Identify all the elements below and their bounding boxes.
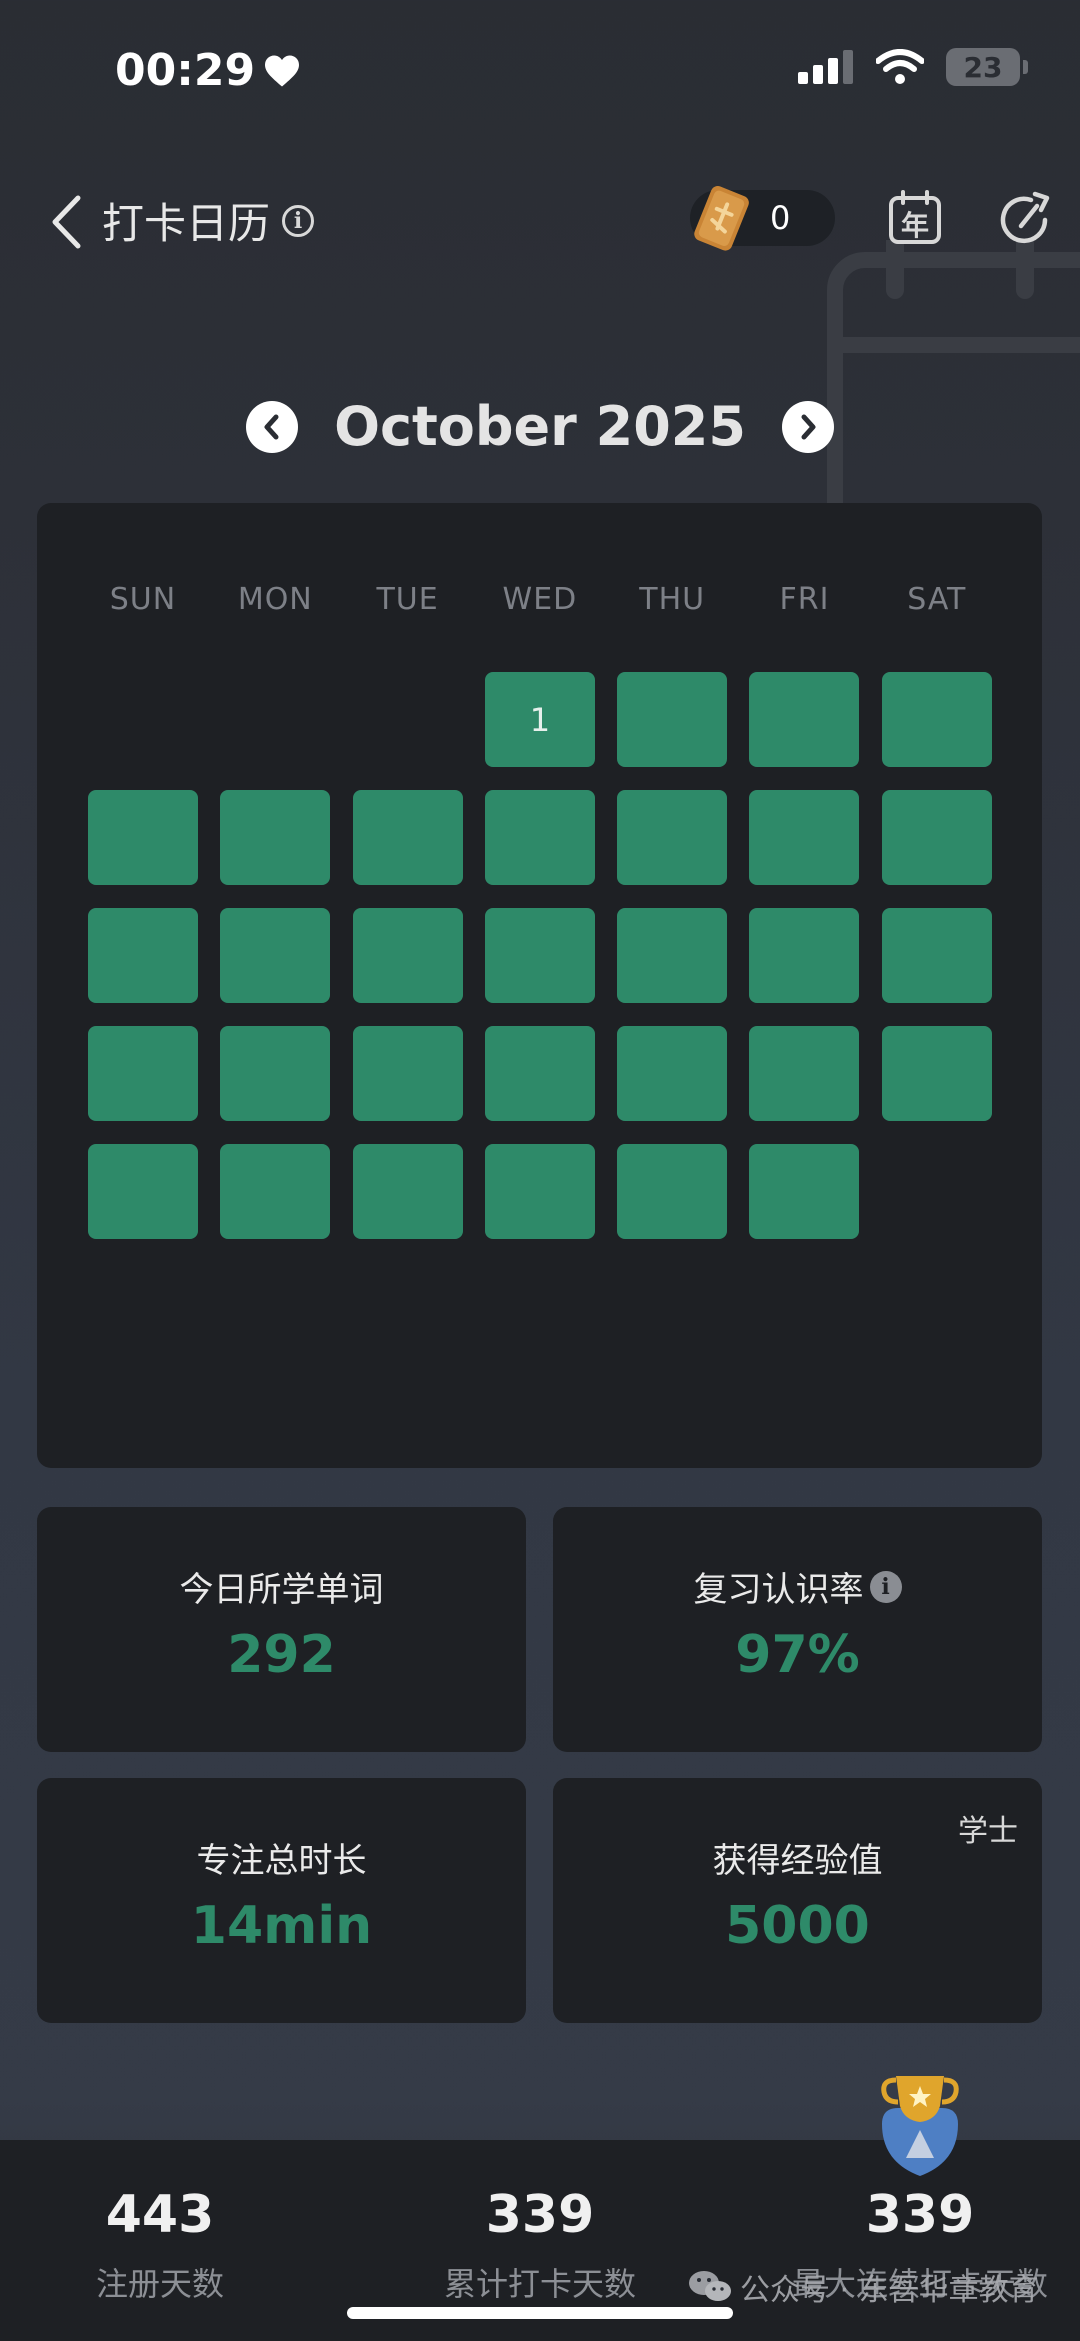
calendar-day-checked[interactable]: [220, 790, 331, 885]
calendar-day-checked[interactable]: [352, 908, 463, 1003]
calendar-day-checked[interactable]: [881, 1026, 992, 1121]
stat-card-experience: 学士 获得经验值 5000: [553, 1778, 1042, 2023]
weekday-tue: TUE: [376, 582, 439, 617]
calendar-grid: 1: [88, 672, 992, 1239]
calendar-day-checked[interactable]: [881, 790, 992, 885]
summary-label: 累计打卡天数: [443, 2265, 636, 2303]
status-icons: 23: [798, 48, 1028, 86]
signal-icon: [798, 50, 853, 84]
stat-value: 14min: [190, 1896, 373, 1956]
page-title-text: 打卡日历: [102, 199, 271, 248]
battery-level: 23: [963, 50, 1003, 84]
summary-value: 339: [865, 2185, 975, 2245]
summary-total-checkin-days: 339 累计打卡天数: [360, 2185, 720, 2305]
status-time: 00:29: [115, 45, 301, 96]
calendar-day-checked[interactable]: [352, 1144, 463, 1239]
calendar-blank: [88, 672, 198, 767]
calendar-day-checked[interactable]: [220, 1026, 331, 1121]
calendar-day-checked[interactable]: [484, 1026, 595, 1121]
calendar-day-checked[interactable]: [484, 1144, 595, 1239]
home-indicator[interactable]: [347, 2307, 733, 2319]
stat-label: 获得经验值: [553, 1833, 1042, 1882]
stat-label: 今日所学单词: [37, 1562, 526, 1611]
calendar-day-checked[interactable]: 1: [484, 672, 595, 767]
chevron-left-icon: [264, 414, 279, 439]
month-navigation: October 2025: [0, 395, 1080, 458]
chevron-right-icon: [801, 414, 816, 439]
stat-label-text: 获得经验值: [712, 1841, 883, 1881]
watermark-text: 公众号 · 东吾华章教育: [740, 2273, 1039, 2308]
stat-value: 97%: [735, 1625, 860, 1685]
calendar-day-checked[interactable]: [881, 908, 992, 1003]
calendar-day-checked[interactable]: [749, 790, 860, 885]
info-icon[interactable]: i: [869, 1570, 902, 1603]
stat-label-text: 专注总时长: [196, 1841, 367, 1881]
next-month-button[interactable]: [781, 400, 834, 453]
calendar-day-checked[interactable]: [88, 1144, 198, 1239]
trophy-icon[interactable]: [878, 2072, 962, 2178]
weekday-wed: WED: [502, 582, 578, 617]
stat-card-words: 今日所学单词 292: [37, 1507, 526, 1752]
weekday-sun: SUN: [109, 582, 177, 617]
wifi-icon: [876, 49, 924, 84]
calendar-day-checked[interactable]: [88, 1026, 198, 1121]
summary-label: 注册天数: [95, 2265, 224, 2303]
stat-label-text: 复习认识率: [693, 1570, 864, 1610]
stat-card-recognition: 复习认识率 i 97%: [553, 1507, 1042, 1752]
stat-label: 复习认识率 i: [553, 1562, 1042, 1611]
calendar-day-checked[interactable]: [749, 908, 860, 1003]
summary-value: 339: [485, 2185, 595, 2245]
chevron-left-icon: [52, 195, 81, 249]
heart-icon: [265, 55, 300, 86]
calendar-day-checked[interactable]: [484, 908, 595, 1003]
weekday-thu: THU: [639, 582, 706, 617]
info-icon[interactable]: i: [282, 204, 315, 237]
calendar-day-checked[interactable]: [617, 1144, 728, 1239]
calendar-day-checked[interactable]: [749, 1144, 860, 1239]
calendar-day-checked[interactable]: [88, 790, 198, 885]
calendar-decoration-icon: [827, 240, 1080, 540]
stat-label-text: 今日所学单词: [179, 1570, 384, 1610]
battery-icon: 23: [946, 48, 1028, 86]
prev-month-button[interactable]: [246, 400, 299, 453]
day-number: 1: [529, 700, 551, 739]
calendar-day-checked[interactable]: [749, 672, 860, 767]
watermark: 公众号 · 东吾华章教育: [688, 2265, 1039, 2309]
page-title: 打卡日历 i: [102, 190, 315, 251]
stat-card-focus-time: 专注总时长 14min: [37, 1778, 526, 2023]
calendar-day-checked[interactable]: [749, 1026, 860, 1121]
calendar-day-checked[interactable]: [352, 790, 463, 885]
calendar-day-checked[interactable]: [617, 908, 728, 1003]
weekday-sat: SAT: [907, 582, 967, 617]
year-view-button[interactable]: 年: [887, 190, 943, 246]
calendar-day-checked[interactable]: [352, 1026, 463, 1121]
stat-value: 5000: [725, 1896, 870, 1956]
month-label: October 2025: [334, 395, 746, 458]
calendar-day-checked[interactable]: [220, 1144, 331, 1239]
calendar-day-checked[interactable]: [617, 790, 728, 885]
weekday-fri: FRI: [779, 582, 830, 617]
weekday-mon: MON: [237, 582, 313, 617]
coin-count: 0: [770, 199, 791, 237]
time-text: 00:29: [115, 45, 256, 96]
calendar-day-checked[interactable]: [881, 672, 992, 767]
share-button[interactable]: [995, 190, 1055, 250]
calendar-blank: [353, 672, 463, 767]
share-icon: [1000, 191, 1050, 244]
summary-value: 443: [105, 2185, 215, 2245]
calendar-blank: [220, 672, 330, 767]
weekday-header: SUN MON TUE WED THU FRI SAT: [88, 582, 992, 617]
stat-label: 专注总时长: [37, 1833, 526, 1882]
stat-value: 292: [227, 1625, 336, 1685]
year-label: 年: [900, 209, 929, 242]
back-button[interactable]: [50, 192, 100, 252]
wechat-icon: [689, 2271, 731, 2301]
calendar-day-checked[interactable]: [88, 908, 198, 1003]
summary-registered-days: 443 注册天数: [0, 2185, 340, 2305]
coin-card-icon: [694, 186, 749, 251]
calendar-day-checked[interactable]: [617, 672, 728, 767]
calendar-day-checked[interactable]: [484, 790, 595, 885]
calendar-day-checked[interactable]: [220, 908, 331, 1003]
calendar-day-checked[interactable]: [617, 1026, 728, 1121]
